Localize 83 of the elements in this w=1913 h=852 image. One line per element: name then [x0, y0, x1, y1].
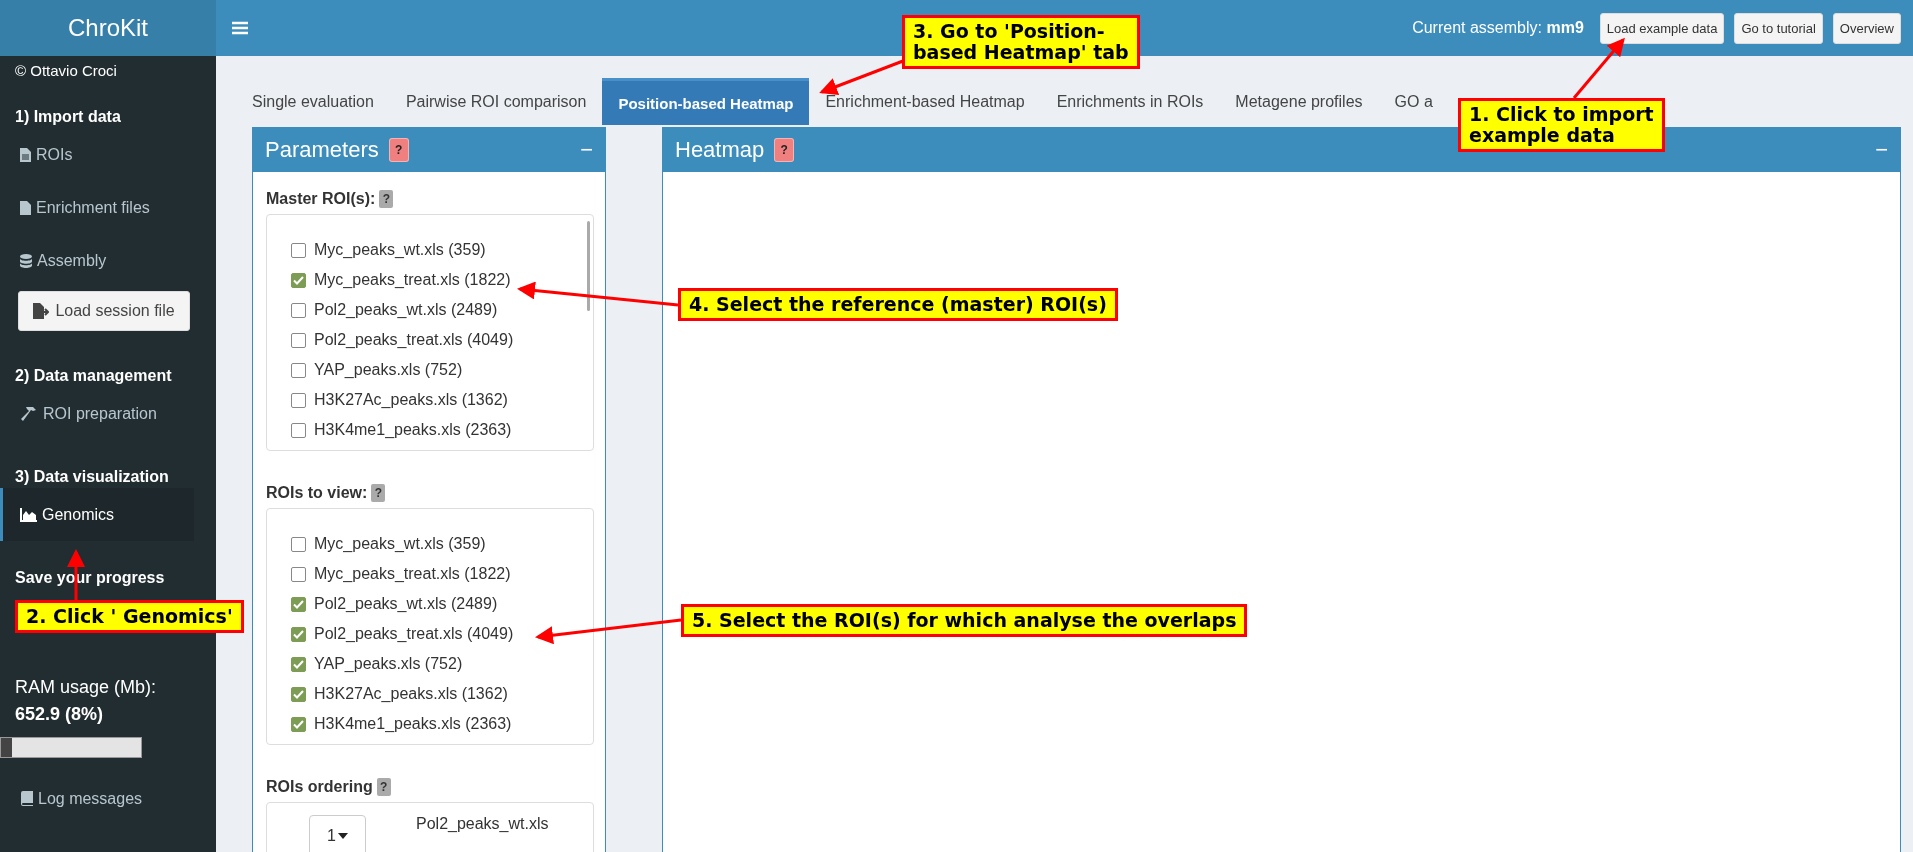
checkbox-label: Myc_peaks_treat.xls (1822) — [314, 271, 511, 289]
hammer-icon — [20, 405, 38, 422]
checkbox-label: Pol2_peaks_wt.xls (2489) — [314, 301, 498, 319]
header-button[interactable]: Load example data — [1599, 12, 1725, 44]
app-logo[interactable]: ChroKit — [0, 0, 216, 56]
file-icon — [20, 200, 31, 215]
tab[interactable]: Pairwise ROI comparison — [389, 78, 603, 125]
tab[interactable]: Enrichments in ROIs — [1040, 78, 1220, 125]
checkbox-label: YAP_peaks.xls (752) — [314, 361, 463, 379]
collapse-button[interactable]: − — [580, 137, 593, 163]
checkbox[interactable] — [291, 716, 306, 732]
sidebar-item[interactable]: ROIs — [0, 128, 194, 181]
load-session-button[interactable]: Load session file — [18, 291, 190, 331]
checkbox-label: Myc_peaks_treat.xls (1822) — [314, 565, 511, 583]
help-badge[interactable]: ? — [388, 138, 409, 162]
menu-icon[interactable] — [232, 21, 248, 35]
checkbox-label: Myc_peaks_wt.xls (359) — [314, 241, 486, 259]
help-badge[interactable]: ? — [379, 190, 394, 208]
panel-title: Heatmap — [675, 137, 765, 163]
tab[interactable]: Enrichment-based Heatmap — [809, 78, 1041, 125]
database-icon — [20, 253, 32, 268]
author-credit: © Ottavio Croci — [14, 61, 118, 81]
sidebar-item[interactable]: Assembly — [0, 234, 194, 287]
checkbox-label: H3K27Ac_peaks.xls (1362) — [314, 391, 508, 409]
checkbox-label: H3K27Ac_peaks.xls (1362) — [314, 685, 508, 703]
callout-note: 5. Select the ROI(s) for which analyse the overlaps — [681, 604, 1248, 637]
sidebar-item[interactable]: Genomics — [0, 488, 194, 541]
help-badge[interactable]: ? — [371, 484, 386, 502]
checkbox-label: H3K4me1_peaks.xls (2363) — [314, 715, 512, 733]
checkbox-label: Pol2_peaks_wt.xls (2489) — [314, 595, 498, 613]
section-heading: 2) Data management — [15, 367, 172, 385]
book-icon — [20, 791, 33, 806]
scrollbar[interactable] — [587, 221, 590, 311]
tab[interactable]: Position-based Heatmap — [602, 78, 810, 125]
checkbox[interactable] — [291, 302, 306, 318]
field-label: ROIs to view: — [266, 484, 368, 502]
tab[interactable]: Metagene profiles — [1219, 78, 1379, 125]
sidebar-item[interactable]: Log messages — [0, 772, 194, 825]
rank-select[interactable]: 1 — [309, 815, 366, 852]
checkbox[interactable] — [291, 656, 306, 672]
checkbox[interactable] — [291, 566, 306, 582]
panel-title: Parameters — [265, 137, 379, 163]
header-button[interactable]: Go to tutorial — [1734, 12, 1823, 44]
tab[interactable]: GO a — [1378, 78, 1433, 125]
help-badge[interactable]: ? — [774, 138, 795, 162]
callout-note: 1. Click to import example data — [1458, 98, 1665, 152]
checkbox[interactable] — [291, 626, 306, 642]
collapse-button[interactable]: − — [1875, 137, 1888, 163]
roi-name: Pol2_peaks_wt.xls — [416, 815, 549, 833]
document-icon — [20, 147, 31, 162]
checkbox[interactable] — [291, 686, 306, 702]
callout-note: 3. Go to 'Position- based Heatmap' tab — [902, 15, 1140, 69]
field-label: Master ROI(s): — [266, 190, 376, 208]
arrow — [1572, 37, 1625, 99]
caret-icon — [337, 833, 348, 839]
callout-note: 4. Select the reference (master) ROI(s) — [678, 288, 1118, 321]
checkbox[interactable] — [291, 536, 306, 552]
checkbox[interactable] — [291, 242, 306, 258]
section-heading: 1) Import data — [15, 108, 121, 126]
header-button[interactable]: Overview — [1832, 12, 1901, 44]
checkbox[interactable] — [291, 362, 306, 378]
checkbox[interactable] — [291, 392, 306, 408]
sidebar-item[interactable]: ROI preparation — [0, 387, 194, 440]
area-chart-icon — [20, 507, 37, 522]
section-heading: 3) Data visualization — [15, 468, 169, 486]
ram-value: 652.9 (8%) — [14, 704, 105, 726]
checkbox[interactable] — [291, 332, 306, 348]
checkbox-label: Myc_peaks_wt.xls (359) — [314, 535, 486, 553]
checkbox-label: Pol2_peaks_treat.xls (4049) — [314, 625, 514, 643]
checkbox-label: Pol2_peaks_treat.xls (4049) — [314, 331, 514, 349]
checkbox[interactable] — [291, 422, 306, 438]
checkbox-label: H3K4me1_peaks.xls (2363) — [314, 421, 512, 439]
sidebar-item[interactable]: Enrichment files — [0, 181, 194, 234]
tab[interactable]: Single evaluation — [236, 78, 390, 125]
help-badge[interactable]: ? — [376, 778, 391, 796]
file-import-icon — [33, 303, 50, 319]
checkbox[interactable] — [291, 272, 306, 288]
ram-label: RAM usage (Mb): — [14, 677, 158, 699]
checkbox-label: YAP_peaks.xls (752) — [314, 655, 463, 673]
current-assembly: Current assembly: mm9 — [1412, 19, 1584, 37]
callout-note: 2. Click ' Genomics' — [15, 600, 244, 633]
checkbox[interactable] — [291, 596, 306, 612]
field-label: ROIs ordering — [266, 778, 373, 796]
